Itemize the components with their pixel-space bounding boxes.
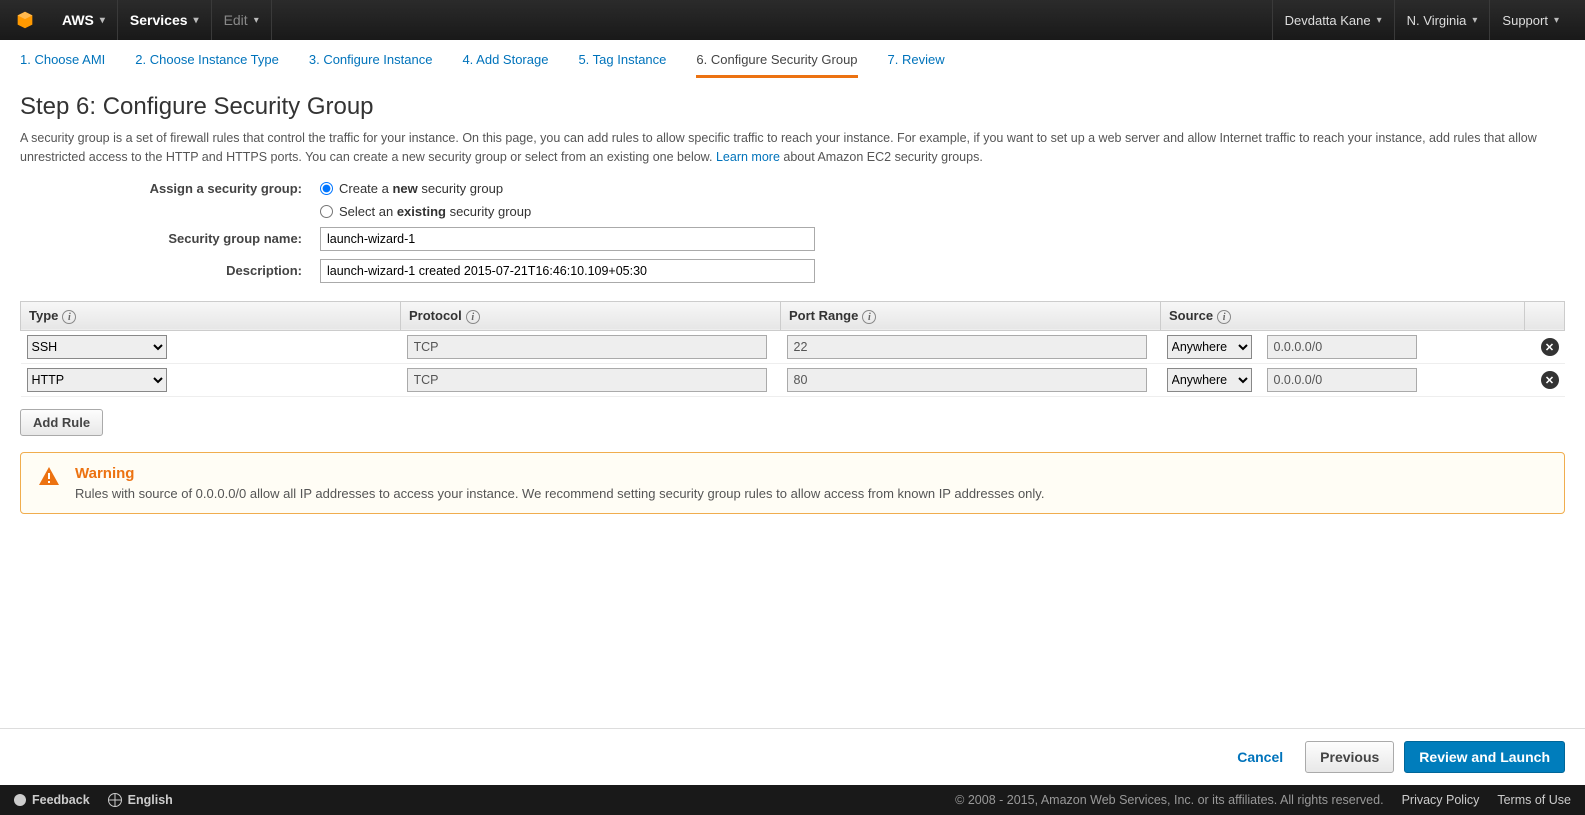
- radio-create-new[interactable]: [320, 182, 333, 195]
- feedback-icon: [14, 794, 26, 806]
- remove-rule-icon[interactable]: ✕: [1541, 371, 1559, 389]
- nav-user[interactable]: Devdatta Kane ▾: [1272, 0, 1394, 40]
- feedback-link[interactable]: Feedback: [14, 793, 90, 807]
- table-row: SSH Anywhere ✕: [21, 331, 1565, 364]
- col-port: Port Rangei: [781, 301, 1161, 331]
- tab-configure-security-group[interactable]: 6. Configure Security Group: [696, 52, 857, 78]
- sg-name-input[interactable]: [320, 227, 815, 251]
- rule-source-select[interactable]: Anywhere: [1167, 368, 1252, 392]
- globe-icon: [108, 793, 122, 807]
- page-description: A security group is a set of firewall ru…: [20, 129, 1565, 167]
- review-and-launch-button[interactable]: Review and Launch: [1404, 741, 1565, 773]
- tab-choose-ami[interactable]: 1. Choose AMI: [20, 52, 105, 78]
- rule-protocol-input: [407, 335, 767, 359]
- col-protocol: Protocoli: [401, 301, 781, 331]
- caret-icon: ▾: [194, 15, 199, 26]
- nav-support-label: Support: [1502, 13, 1548, 28]
- radio-create-new-label: Create a new security group: [339, 181, 503, 196]
- nav-edit[interactable]: Edit ▾: [212, 0, 272, 40]
- nav-services[interactable]: Services ▾: [118, 0, 212, 40]
- rule-source-select[interactable]: Anywhere: [1167, 335, 1252, 359]
- privacy-link[interactable]: Privacy Policy: [1402, 793, 1480, 807]
- footer-bar: Cancel Previous Review and Launch: [0, 728, 1585, 785]
- caret-icon: ▾: [100, 15, 105, 26]
- rule-cidr-input[interactable]: [1267, 335, 1417, 359]
- rule-type-select[interactable]: HTTP: [27, 368, 167, 392]
- aws-logo-icon[interactable]: [14, 9, 36, 31]
- add-rule-button[interactable]: Add Rule: [20, 409, 103, 436]
- info-icon[interactable]: i: [466, 310, 480, 324]
- warning-message: Rules with source of 0.0.0.0/0 allow all…: [75, 486, 1044, 501]
- col-source: Sourcei: [1161, 301, 1525, 331]
- info-icon[interactable]: i: [862, 310, 876, 324]
- nav-support[interactable]: Support ▾: [1489, 0, 1571, 40]
- nav-user-label: Devdatta Kane: [1285, 13, 1371, 28]
- nav-edit-label: Edit: [224, 12, 248, 28]
- rule-protocol-input: [407, 368, 767, 392]
- page-title: Step 6: Configure Security Group: [20, 93, 1565, 121]
- radio-select-existing-label: Select an existing security group: [339, 204, 531, 219]
- nav-region-label: N. Virginia: [1407, 13, 1467, 28]
- tab-configure-instance[interactable]: 3. Configure Instance: [309, 52, 433, 78]
- remove-rule-icon[interactable]: ✕: [1541, 338, 1559, 356]
- sg-name-label: Security group name:: [20, 231, 320, 246]
- assign-sg-label: Assign a security group:: [20, 181, 320, 196]
- table-row: HTTP Anywhere ✕: [21, 364, 1565, 397]
- previous-button[interactable]: Previous: [1305, 741, 1394, 773]
- caret-icon: ▾: [1377, 15, 1382, 26]
- caret-icon: ▾: [1472, 15, 1477, 26]
- cancel-button[interactable]: Cancel: [1225, 741, 1295, 773]
- copyright-text: © 2008 - 2015, Amazon Web Services, Inc.…: [955, 793, 1383, 807]
- rules-table: Typei Protocoli Port Rangei Sourcei SSH …: [20, 301, 1565, 398]
- caret-icon: ▾: [1554, 15, 1559, 26]
- nav-services-label: Services: [130, 12, 188, 28]
- warning-icon: [37, 465, 61, 495]
- tab-choose-instance-type[interactable]: 2. Choose Instance Type: [135, 52, 279, 78]
- col-type: Typei: [21, 301, 401, 331]
- bottom-bar: Feedback English © 2008 - 2015, Amazon W…: [0, 785, 1585, 815]
- rule-type-select[interactable]: SSH: [27, 335, 167, 359]
- nav-region[interactable]: N. Virginia ▾: [1394, 0, 1490, 40]
- warning-box: Warning Rules with source of 0.0.0.0/0 a…: [20, 452, 1565, 514]
- learn-more-link[interactable]: Learn more: [716, 150, 780, 164]
- wizard-tabs: 1. Choose AMI 2. Choose Instance Type 3.…: [0, 40, 1585, 79]
- info-icon[interactable]: i: [62, 310, 76, 324]
- rule-port-input: [787, 335, 1147, 359]
- page-desc-text2: about Amazon EC2 security groups.: [783, 150, 982, 164]
- nav-aws[interactable]: AWS ▾: [50, 0, 118, 40]
- language-link[interactable]: English: [108, 793, 173, 807]
- rule-port-input: [787, 368, 1147, 392]
- top-nav: AWS ▾ Services ▾ Edit ▾ Devdatta Kane ▾ N. V…: [0, 0, 1585, 40]
- info-icon[interactable]: i: [1217, 310, 1231, 324]
- rule-cidr-input[interactable]: [1267, 368, 1417, 392]
- warning-title: Warning: [75, 465, 1044, 482]
- radio-select-existing[interactable]: [320, 205, 333, 218]
- terms-link[interactable]: Terms of Use: [1497, 793, 1571, 807]
- tab-tag-instance[interactable]: 5. Tag Instance: [578, 52, 666, 78]
- tab-add-storage[interactable]: 4. Add Storage: [462, 52, 548, 78]
- sg-desc-input[interactable]: [320, 259, 815, 283]
- nav-aws-label: AWS: [62, 12, 94, 28]
- caret-icon: ▾: [254, 15, 259, 26]
- tab-review[interactable]: 7. Review: [888, 52, 945, 78]
- sg-desc-label: Description:: [20, 263, 320, 278]
